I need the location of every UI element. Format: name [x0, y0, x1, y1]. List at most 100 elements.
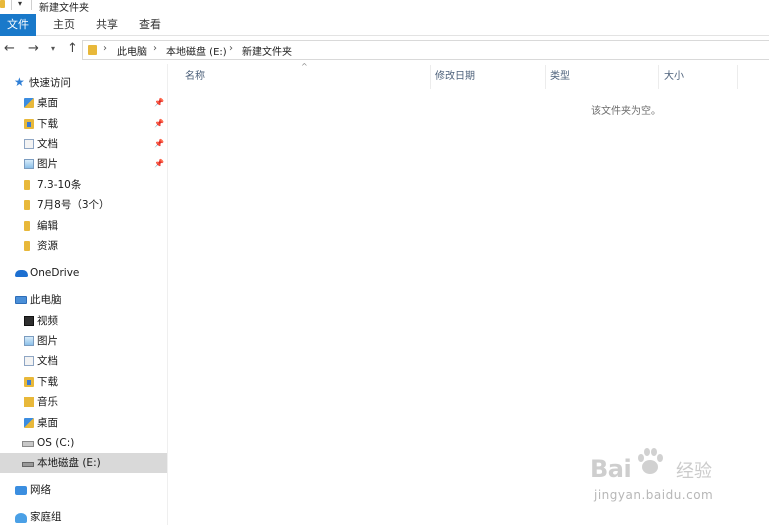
this-pc-icon: [15, 296, 27, 304]
pin-icon[interactable]: 📌: [154, 154, 164, 174]
sidebar-item-network[interactable]: 网络: [0, 480, 167, 500]
breadcrumb-separator[interactable]: ›: [153, 43, 157, 54]
pin-icon[interactable]: 📌: [154, 134, 164, 154]
sidebar-item-music[interactable]: 音乐: [0, 392, 167, 412]
pin-icon[interactable]: 📌: [154, 93, 164, 113]
sidebar-item-documents-pc[interactable]: 文档: [0, 351, 167, 371]
sidebar-item-homegroup[interactable]: 家庭组: [0, 507, 167, 525]
sidebar-item-label: 7月8号（3个）: [37, 199, 110, 211]
tab-share[interactable]: 共享: [95, 14, 119, 36]
sidebar-item-this-pc[interactable]: 此电脑: [0, 290, 167, 310]
column-header-type[interactable]: 类型: [550, 65, 570, 89]
empty-folder-message: 该文件夹为空。: [591, 106, 661, 117]
title-bar: ▾ 新建文件夹: [0, 0, 769, 14]
column-header-name[interactable]: 名称: [185, 65, 205, 89]
sidebar-item-label: 网络: [30, 484, 51, 496]
file-list-pane[interactable]: ^ 名称 修改日期 类型 大小 该文件夹为空。: [167, 62, 769, 525]
desktop-folder-icon: [24, 98, 34, 108]
breadcrumb-this-pc[interactable]: 此电脑: [117, 43, 147, 58]
sidebar-item-pictures[interactable]: 图片 📌: [0, 154, 167, 174]
sort-ascending-icon: ^: [301, 62, 308, 71]
pictures-icon: [24, 336, 34, 346]
breadcrumb-drive-e[interactable]: 本地磁盘 (E:): [166, 43, 227, 58]
sidebar-item-videos[interactable]: 视频: [0, 311, 167, 331]
sidebar-item-label: 快速访问: [29, 77, 71, 89]
back-button[interactable]: ←: [4, 40, 15, 58]
recent-locations-dropdown[interactable]: ▾: [51, 40, 55, 58]
folder-icon: [24, 241, 30, 251]
tab-home[interactable]: 主页: [52, 14, 76, 36]
sidebar-item-label: OneDrive: [30, 267, 80, 279]
music-icon: [24, 397, 34, 407]
paw-icon: [638, 448, 663, 474]
tab-file[interactable]: 文件: [0, 14, 36, 36]
watermark-logo-suffix: 经验: [676, 461, 712, 482]
sidebar-item-label: 桌面: [37, 417, 58, 429]
sidebar-item-label: 图片: [37, 335, 58, 347]
sidebar-item-quick-access[interactable]: ★ 快速访问: [0, 73, 167, 93]
breadcrumb-separator[interactable]: ›: [103, 43, 107, 54]
sidebar-item-label: 编辑: [37, 220, 58, 232]
divider: [11, 0, 12, 10]
customize-quick-access-dropdown[interactable]: ▾: [18, 0, 22, 8]
documents-icon: [24, 356, 34, 366]
folder-icon: [24, 180, 30, 190]
watermark-url: jingyan.baidu.com: [594, 488, 714, 502]
sidebar-item-label: 文档: [37, 355, 58, 367]
sidebar-item-desktop-pc[interactable]: 桌面: [0, 413, 167, 433]
sidebar-item-label: 7.3-10条: [37, 179, 82, 191]
sidebar-item-folder-resources[interactable]: 资源: [0, 236, 167, 256]
folder-icon: [0, 0, 5, 8]
star-icon: ★: [14, 75, 25, 89]
column-header-size[interactable]: 大小: [664, 65, 684, 89]
onedrive-icon: [15, 270, 28, 277]
folder-icon: [24, 200, 30, 210]
sidebar-item-drive-c[interactable]: OS (C:): [0, 433, 167, 453]
divider: [31, 0, 32, 10]
sidebar-item-label: 图片: [37, 158, 58, 170]
ribbon-tabs: 文件 主页 共享 查看: [0, 14, 769, 36]
column-divider[interactable]: [737, 65, 738, 89]
sidebar-item-downloads[interactable]: 下载 📌: [0, 114, 167, 134]
breadcrumb-new-folder[interactable]: 新建文件夹: [242, 43, 292, 58]
sidebar-item-label: 此电脑: [30, 294, 62, 306]
sidebar-item-label: 下载: [37, 376, 58, 388]
column-divider[interactable]: [430, 65, 431, 89]
navigation-pane: ★ 快速访问 桌面 📌 下载 📌 文档 📌 图片 📌 7.3-10条 7月8号（…: [0, 64, 167, 525]
sidebar-item-folder-edit[interactable]: 编辑: [0, 216, 167, 236]
column-header-date-modified[interactable]: 修改日期: [435, 65, 475, 89]
sidebar-item-documents[interactable]: 文档 📌: [0, 134, 167, 154]
breadcrumb-separator[interactable]: ›: [229, 43, 233, 54]
column-divider[interactable]: [545, 65, 546, 89]
sidebar-item-label: OS (C:): [37, 437, 75, 449]
sidebar-item-label: 桌面: [37, 97, 58, 109]
sidebar-item-drive-e[interactable]: 本地磁盘 (E:): [0, 453, 167, 473]
videos-icon: [24, 316, 34, 326]
address-row: ← → ▾ ↑ › 此电脑 › 本地磁盘 (E:) › 新建文件夹: [0, 37, 769, 63]
desktop-folder-icon: [24, 418, 34, 428]
sidebar-item-label: 家庭组: [30, 511, 62, 523]
sidebar-item-desktop[interactable]: 桌面 📌: [0, 93, 167, 113]
folder-icon: [24, 221, 30, 231]
column-divider[interactable]: [658, 65, 659, 89]
address-bar[interactable]: › 此电脑 › 本地磁盘 (E:) › 新建文件夹: [82, 40, 769, 60]
sidebar-item-folder-7-8[interactable]: 7月8号（3个）: [0, 195, 167, 215]
network-icon: [15, 486, 27, 495]
window-title: 新建文件夹: [39, 3, 89, 14]
sidebar-item-onedrive[interactable]: OneDrive: [0, 263, 167, 283]
pictures-icon: [24, 159, 34, 169]
forward-button[interactable]: →: [28, 40, 39, 58]
pin-icon[interactable]: 📌: [154, 114, 164, 134]
watermark-logo: Bai: [590, 455, 632, 483]
folder-icon: [88, 45, 97, 55]
sidebar-item-pictures-pc[interactable]: 图片: [0, 331, 167, 351]
sidebar-item-folder-7-3[interactable]: 7.3-10条: [0, 175, 167, 195]
drive-e-icon: [22, 462, 34, 467]
sidebar-item-label: 视频: [37, 315, 58, 327]
tab-view[interactable]: 查看: [138, 14, 162, 36]
sidebar-item-downloads-pc[interactable]: 下载: [0, 372, 167, 392]
download-folder-icon: [24, 377, 34, 387]
up-button[interactable]: ↑: [67, 40, 78, 58]
sidebar-item-label: 资源: [37, 240, 58, 252]
sidebar-item-label: 文档: [37, 138, 58, 150]
